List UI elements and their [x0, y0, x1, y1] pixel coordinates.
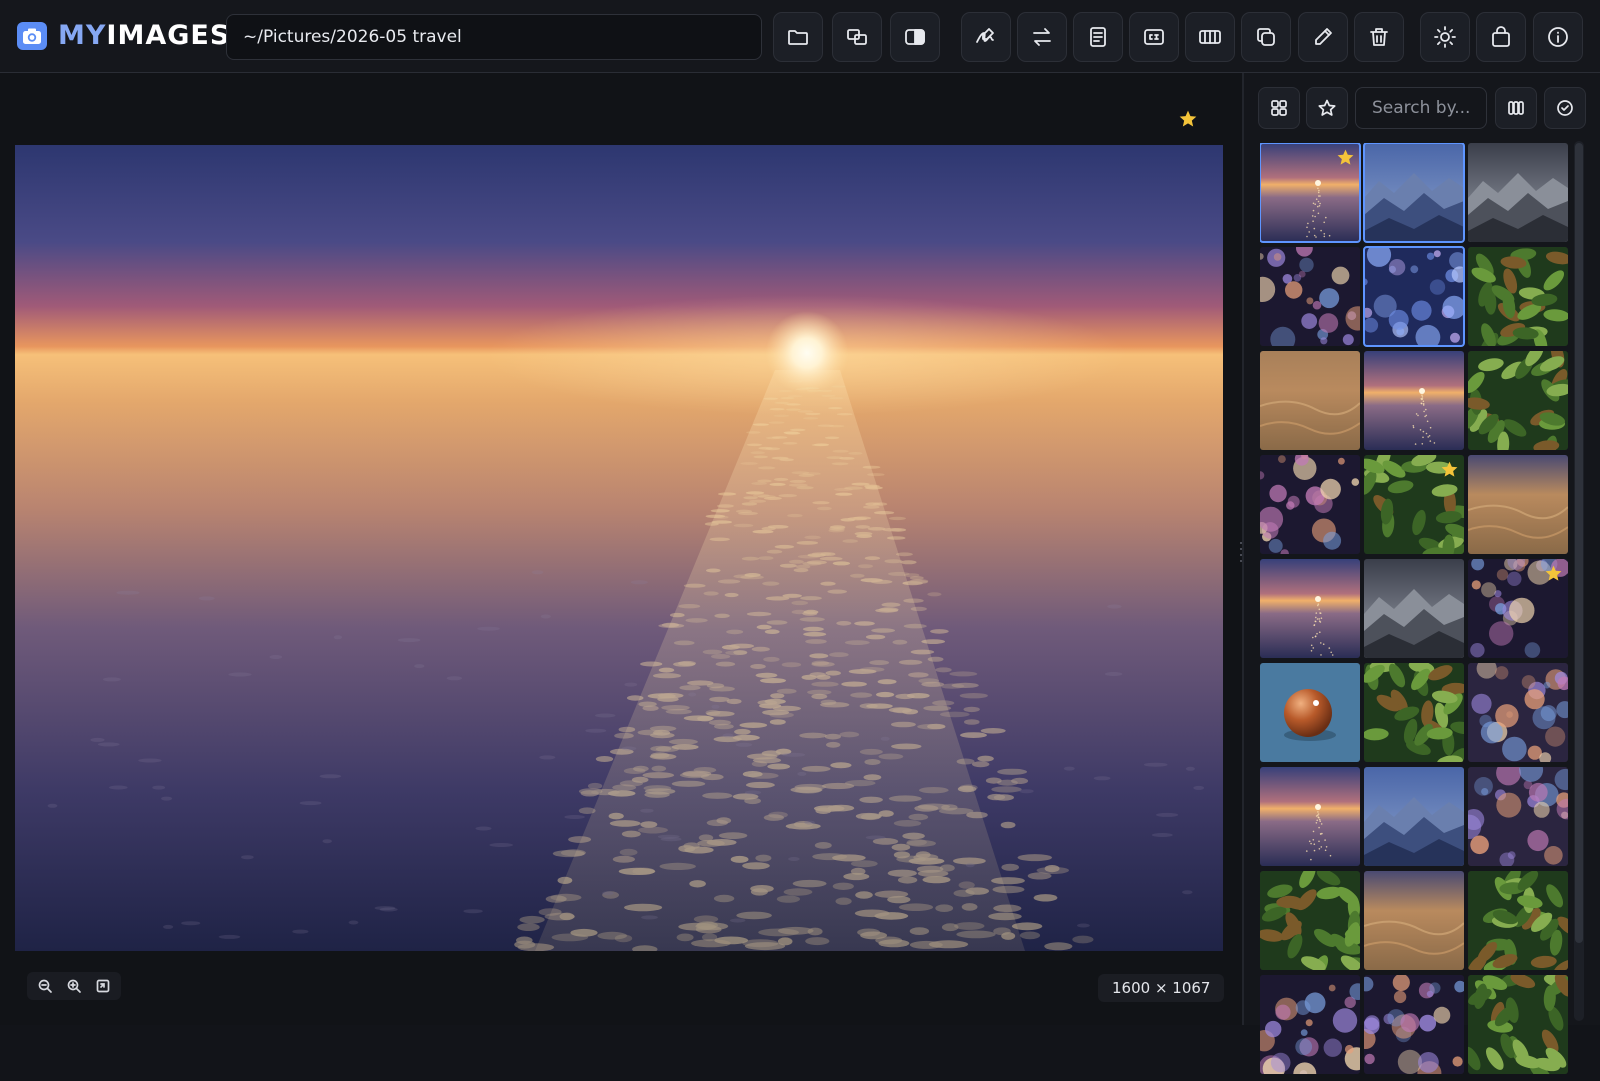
thumbnail[interactable] [1260, 767, 1360, 866]
top-toolbar: MYIMAGES [0, 0, 1600, 73]
app-title: MYIMAGES [58, 18, 230, 54]
thumbnail[interactable] [1364, 663, 1464, 762]
thumbnail[interactable] [1468, 767, 1568, 866]
thumbnail[interactable] [1364, 559, 1464, 658]
search-input[interactable] [1355, 87, 1487, 129]
caption-icon [1144, 29, 1164, 45]
thumbnail[interactable] [1468, 143, 1568, 242]
annotate-button[interactable] [961, 12, 1011, 62]
thumbnail[interactable] [1260, 247, 1360, 346]
edit-button[interactable] [1298, 12, 1348, 62]
grid-icon [1271, 100, 1287, 116]
thumbnail-sidebar [1244, 73, 1600, 1074]
split-view-button[interactable] [890, 12, 940, 62]
thumbnail[interactable] [1260, 455, 1360, 554]
open-folder-button[interactable] [773, 12, 823, 62]
image-dimensions: 1600 × 1067 [1098, 974, 1225, 1002]
zoom-out-button[interactable] [32, 973, 58, 999]
favorite-star-icon [1441, 461, 1458, 477]
thumbnail[interactable] [1260, 143, 1361, 243]
fit-screen-icon [96, 979, 109, 993]
zoom-out-icon [38, 979, 53, 993]
thumbnail[interactable] [1260, 871, 1360, 970]
thumbnail[interactable] [1364, 351, 1464, 450]
contrast-icon [905, 29, 925, 45]
favorite-star-icon [1545, 565, 1562, 581]
columns-button[interactable] [1495, 87, 1537, 129]
columns-icon [1508, 101, 1524, 115]
thumbnail[interactable] [1468, 455, 1568, 554]
folder-icon [788, 30, 808, 45]
thumbnail[interactable] [1260, 559, 1360, 658]
info-button[interactable] [1533, 12, 1583, 62]
thumbnail[interactable] [1468, 247, 1568, 346]
zoom-in-icon [67, 979, 81, 993]
filmstrip-button[interactable] [1185, 12, 1235, 62]
thumbnail-scrollbar[interactable] [1574, 141, 1584, 1021]
swap-arrows-icon [1033, 28, 1051, 46]
thumbnail[interactable] [1260, 351, 1360, 450]
zoom-controls [27, 972, 121, 1000]
thumbnail[interactable] [1468, 559, 1568, 658]
signature-icon [976, 28, 994, 43]
zoom-in-button[interactable] [61, 973, 87, 999]
thumbnail[interactable] [1363, 143, 1465, 243]
scrollbar-thumb[interactable] [1575, 143, 1583, 943]
select-mode-button[interactable] [1544, 87, 1586, 129]
thumbnail[interactable] [1468, 871, 1568, 970]
delete-button[interactable] [1354, 12, 1404, 62]
filmstrip-icon [1199, 30, 1221, 44]
swap-button[interactable] [1017, 12, 1067, 62]
thumbnail[interactable] [1364, 767, 1464, 866]
thumbnail[interactable] [1468, 663, 1568, 762]
theme-button[interactable] [1420, 12, 1470, 62]
copy-icon [1257, 28, 1275, 46]
brand-part-images: IMAGES [106, 20, 231, 51]
grid-view-button[interactable] [1258, 87, 1300, 129]
thumbnail[interactable] [1260, 663, 1360, 762]
caption-button[interactable] [1129, 12, 1179, 62]
camera-icon [17, 22, 47, 50]
favorites-filter-button[interactable] [1306, 87, 1348, 129]
pencil-icon [1315, 28, 1332, 45]
fit-screen-button[interactable] [90, 973, 116, 999]
path-input[interactable] [226, 14, 762, 60]
bag-icon [1492, 26, 1510, 47]
duplicate-button[interactable] [1241, 12, 1291, 62]
thumbnail[interactable] [1363, 246, 1465, 347]
compare-icon [847, 29, 867, 45]
document-icon [1090, 27, 1106, 47]
bag-button[interactable] [1476, 12, 1526, 62]
thumbnail-grid [1260, 143, 1570, 1081]
info-icon [1548, 27, 1568, 47]
favorite-star-icon [1337, 149, 1354, 165]
sun-icon [1434, 26, 1456, 48]
brand-part-my: MY [58, 20, 107, 51]
thumbnail[interactable] [1364, 455, 1464, 554]
compare-button[interactable] [832, 12, 882, 62]
check-circle-icon [1557, 100, 1573, 116]
thumbnail[interactable] [1364, 871, 1464, 970]
main-image[interactable] [15, 145, 1223, 951]
sunset-image [15, 145, 1223, 951]
thumbnail[interactable] [1468, 351, 1568, 450]
star-icon [1318, 99, 1336, 116]
trash-icon [1370, 28, 1388, 46]
details-button[interactable] [1073, 12, 1123, 62]
image-viewer: 1600 × 1067 [0, 73, 1242, 1025]
favorite-star-icon[interactable] [1178, 109, 1198, 129]
